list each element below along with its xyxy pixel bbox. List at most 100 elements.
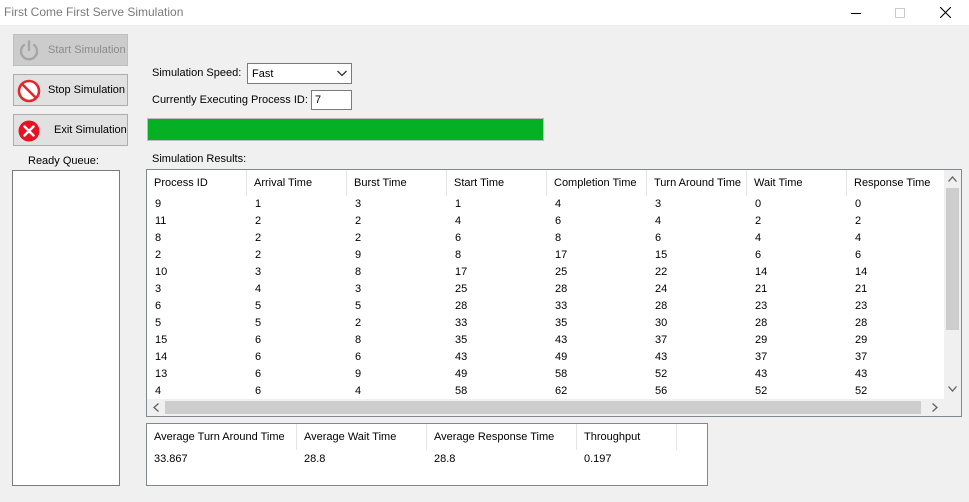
table-cell: 37 [755, 351, 768, 363]
averages-column-header[interactable]: Average Response Time [427, 424, 577, 450]
table-cell: 4 [555, 198, 562, 210]
current-process-field[interactable]: 7 [311, 90, 352, 110]
table-cell: 0 [755, 198, 762, 210]
table-cell: 5 [255, 300, 262, 312]
start-simulation-label: Start Simulation [48, 44, 126, 56]
stop-simulation-label: Stop Simulation [48, 84, 126, 96]
table-cell: 29 [855, 334, 868, 346]
ready-queue-label: Ready Queue: [28, 155, 99, 167]
table-cell: 35 [455, 334, 468, 346]
table-cell: 6 [155, 300, 162, 312]
table-cell: 4 [655, 215, 662, 227]
column-header[interactable]: Turn Around Time [647, 170, 747, 196]
scroll-up-arrow-icon[interactable] [948, 176, 957, 182]
table-row[interactable]: 8 2 2 6 8 6 4 4 [147, 230, 944, 247]
table-cell: 2 [755, 215, 762, 227]
ready-queue-list[interactable] [12, 170, 120, 486]
table-cell: 58 [555, 368, 568, 380]
current-process-value: 7 [315, 94, 322, 106]
table-cell: 15 [655, 249, 668, 261]
table-cell: 28 [555, 283, 568, 295]
table-row[interactable]: 15 6 8 35 43 37 29 29 [147, 332, 944, 349]
table-cell: 13 [155, 368, 168, 380]
averages-table[interactable]: Average Turn Around Time 33.867 Average Wa… [146, 423, 708, 486]
vertical-scroll-thumb[interactable] [946, 188, 959, 330]
horizontal-scroll-thumb[interactable] [165, 401, 921, 414]
table-row[interactable]: 9 1 3 1 4 3 0 0 [147, 196, 944, 213]
table-cell: 1 [455, 198, 462, 210]
averages-value: 33.867 [154, 453, 188, 465]
table-cell: 4 [455, 215, 462, 227]
table-row[interactable]: 2 2 9 8 17 15 6 6 [147, 247, 944, 264]
column-header[interactable]: Completion Time [547, 170, 647, 196]
column-header[interactable]: Arrival Time [247, 170, 347, 196]
table-cell: 1 [255, 198, 262, 210]
table-cell: 3 [355, 198, 362, 210]
table-cell: 4 [855, 232, 862, 244]
table-cell: 3 [655, 198, 662, 210]
simulation-progress-bar [147, 118, 544, 141]
table-cell: 43 [855, 368, 868, 380]
table-cell: 43 [755, 368, 768, 380]
table-cell: 5 [355, 300, 362, 312]
current-process-label: Currently Executing Process ID: [152, 94, 308, 106]
exit-simulation-button[interactable]: Exit Simulation [13, 114, 128, 146]
red-x-icon [18, 120, 40, 142]
table-row[interactable]: 10 3 8 17 25 22 14 14 [147, 264, 944, 281]
table-cell: 8 [355, 334, 362, 346]
averages-column-header[interactable]: Average Wait Time [297, 424, 427, 450]
scroll-left-arrow-icon[interactable] [153, 403, 159, 412]
table-row[interactable]: 3 4 3 25 28 24 21 21 [147, 281, 944, 298]
vertical-scrollbar[interactable] [944, 170, 961, 400]
horizontal-scrollbar[interactable] [147, 399, 961, 416]
maximize-button[interactable] [877, 0, 923, 25]
table-cell: 8 [555, 232, 562, 244]
column-header[interactable]: Response Time [847, 170, 947, 196]
table-cell: 43 [455, 351, 468, 363]
table-cell: 49 [455, 368, 468, 380]
averages-column-header[interactable]: Throughput [577, 424, 677, 450]
table-cell: 25 [455, 283, 468, 295]
table-row[interactable]: 4 6 4 58 62 56 52 52 [147, 383, 944, 400]
column-header[interactable]: Process ID [147, 170, 247, 196]
averages-column-header[interactable]: Average Turn Around Time [147, 424, 297, 450]
table-cell: 17 [455, 266, 468, 278]
close-button[interactable] [922, 0, 968, 25]
table-cell: 6 [655, 232, 662, 244]
title-bar: First Come First Serve Simulation [0, 0, 969, 25]
scroll-right-arrow-icon[interactable] [932, 403, 938, 412]
table-cell: 9 [155, 198, 162, 210]
column-header[interactable]: Burst Time [347, 170, 447, 196]
table-cell: 2 [255, 249, 262, 261]
simulation-speed-select[interactable]: Fast [247, 63, 352, 84]
table-cell: 43 [555, 334, 568, 346]
table-row[interactable]: 13 6 9 49 58 52 43 43 [147, 366, 944, 383]
minimize-icon [851, 12, 861, 14]
table-cell: 11 [155, 215, 167, 227]
table-cell: 2 [255, 232, 262, 244]
table-cell: 35 [555, 317, 568, 329]
start-simulation-button[interactable]: Start Simulation [13, 34, 128, 66]
column-header[interactable]: Start Time [447, 170, 547, 196]
chevron-down-icon [337, 70, 347, 77]
table-cell: 43 [655, 351, 668, 363]
table-cell: 52 [655, 368, 668, 380]
table-row[interactable]: 5 5 2 33 35 30 28 28 [147, 315, 944, 332]
table-cell: 4 [255, 283, 262, 295]
table-cell: 9 [355, 368, 362, 380]
results-table[interactable]: Process ID Arrival Time Burst Time Start Ti… [146, 169, 962, 417]
column-header[interactable]: Wait Time [747, 170, 847, 196]
minimize-button[interactable] [833, 0, 879, 25]
table-cell: 14 [755, 266, 768, 278]
table-row[interactable]: 11 2 2 4 6 4 2 2 [147, 213, 944, 230]
table-cell: 2 [355, 317, 362, 329]
table-row[interactable]: 14 6 6 43 49 43 37 37 [147, 349, 944, 366]
table-cell: 25 [555, 266, 568, 278]
scroll-down-arrow-icon[interactable] [948, 386, 957, 392]
table-cell: 23 [755, 300, 768, 312]
results-table-header: Process ID Arrival Time Burst Time Start Ti… [147, 170, 947, 196]
table-row[interactable]: 6 5 5 28 33 28 23 23 [147, 298, 944, 315]
stop-simulation-button[interactable]: Stop Simulation [13, 74, 128, 106]
table-cell: 4 [155, 385, 162, 397]
exit-simulation-label: Exit Simulation [54, 124, 127, 136]
